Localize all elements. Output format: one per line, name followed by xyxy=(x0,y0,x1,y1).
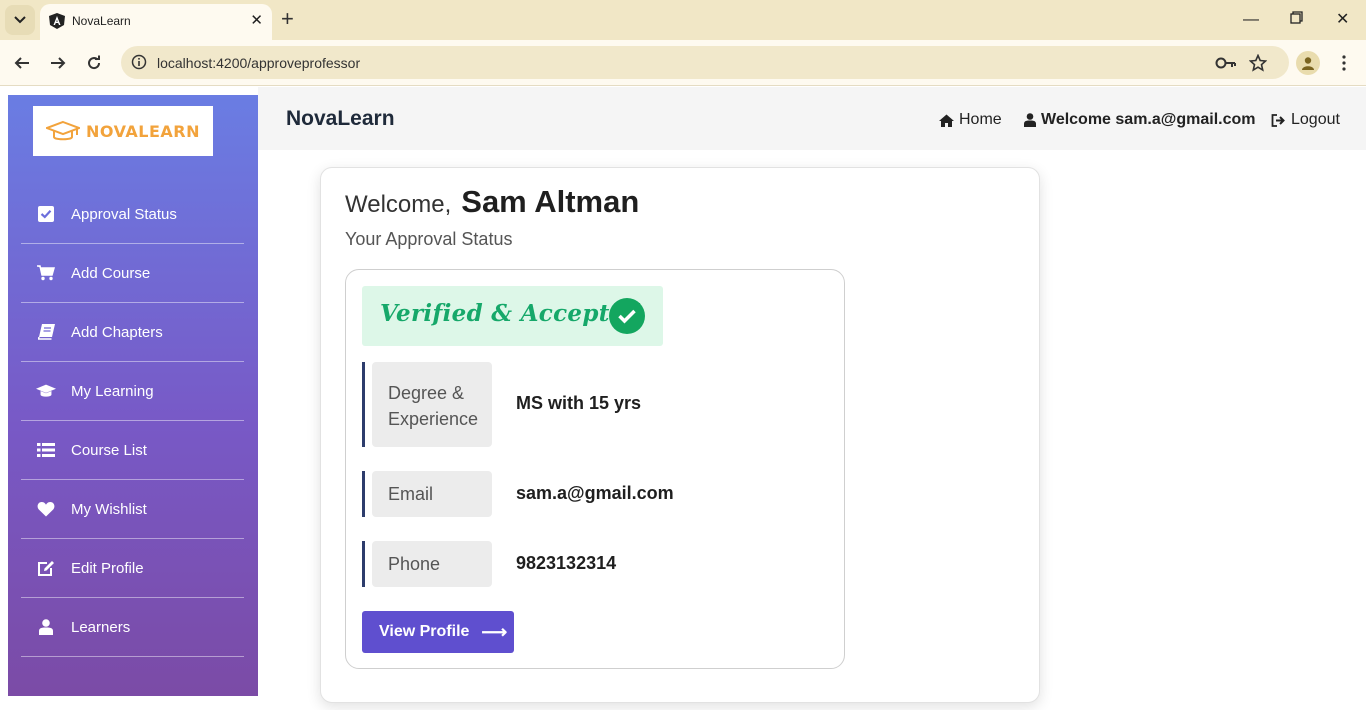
email-value: sam.a@gmail.com xyxy=(516,483,674,503)
sidebar-item-my-learning[interactable]: My Learning xyxy=(21,362,244,421)
browser-tab-bar: NovaLearn ✕ + — ✕ xyxy=(0,0,1366,40)
sidebar-item-label: My Learning xyxy=(71,383,154,400)
sidebar-item-label: Learners xyxy=(71,619,131,636)
view-profile-label: View Profile xyxy=(379,623,470,640)
degree-experience-label: Degree & Experience xyxy=(372,362,492,447)
browser-tab[interactable]: NovaLearn ✕ xyxy=(40,4,272,40)
phone-value: 9823132314 xyxy=(516,553,617,573)
user-icon xyxy=(1024,113,1036,127)
approval-subtitle: Your Approval Status xyxy=(345,229,513,249)
sidebar-item-label: Add Course xyxy=(71,265,151,282)
tab-search-button[interactable] xyxy=(5,5,35,35)
home-icon xyxy=(939,114,954,127)
edit-icon xyxy=(36,559,56,577)
arrow-right-icon: ⟶ xyxy=(481,621,508,642)
logo-text: NOVALEARN xyxy=(86,121,200,141)
email-row: Email sam.a@gmail.com xyxy=(362,471,822,517)
sidebar-item-label: Approval Status xyxy=(71,206,177,223)
sidebar-item-learners[interactable]: Learners xyxy=(21,598,244,657)
tab-close-icon[interactable]: ✕ xyxy=(250,12,263,30)
heart-icon xyxy=(36,500,56,518)
chevron-down-icon xyxy=(14,16,26,24)
password-key-icon[interactable] xyxy=(1215,56,1237,70)
bookmark-star-icon[interactable] xyxy=(1249,54,1267,72)
welcome-user-label: Welcome sam.a@gmail.com xyxy=(1041,111,1256,128)
sidebar-item-label: Course List xyxy=(71,442,147,459)
approval-details-panel: Verified & Accepted Degree & Experience … xyxy=(345,269,845,669)
minimize-icon[interactable]: — xyxy=(1243,10,1259,30)
phone-row: Phone 9823132314 xyxy=(362,541,822,587)
logout-link[interactable]: Logout xyxy=(1271,111,1340,129)
welcome-greeting: Welcome, xyxy=(345,191,452,218)
check-square-icon xyxy=(36,205,56,223)
brand-title[interactable]: NovaLearn xyxy=(286,107,395,131)
email-label: Email xyxy=(372,471,492,517)
status-badge-text: Verified & Accepted xyxy=(380,300,641,327)
new-tab-icon[interactable]: + xyxy=(281,7,294,31)
sidebar-item-course-list[interactable]: Course List xyxy=(21,421,244,480)
browser-toolbar: localhost:4200/approveprofessor xyxy=(0,40,1366,86)
degree-experience-value: MS with 15 yrs xyxy=(516,393,642,413)
graduation-cap-logo-icon xyxy=(46,120,81,141)
sidebar: NOVALEARN Approval Status Add Course Add… xyxy=(8,95,258,696)
logout-label: Logout xyxy=(1291,111,1340,128)
tab-title: NovaLearn xyxy=(72,14,131,28)
status-badge: Verified & Accepted xyxy=(362,286,663,346)
home-link-label: Home xyxy=(959,111,1002,128)
user-icon xyxy=(36,618,56,636)
sidebar-item-approval-status[interactable]: Approval Status xyxy=(21,185,244,244)
degree-experience-row: Degree & Experience MS with 15 yrs xyxy=(362,362,822,447)
sidebar-item-my-wishlist[interactable]: My Wishlist xyxy=(21,480,244,539)
close-window-icon[interactable]: ✕ xyxy=(1336,10,1349,30)
profile-avatar-icon[interactable] xyxy=(1296,51,1320,75)
sidebar-item-label: My Wishlist xyxy=(71,501,147,518)
top-navbar: NovaLearn Home Welcome sam.a@gmail.com L… xyxy=(258,87,1366,150)
sidebar-item-label: Add Chapters xyxy=(71,324,163,341)
sidebar-item-label: Edit Profile xyxy=(71,560,144,577)
graduation-cap-icon xyxy=(36,382,56,400)
list-icon xyxy=(36,441,56,459)
check-circle-icon xyxy=(609,298,645,334)
view-profile-button[interactable]: View Profile ⟶ xyxy=(362,611,514,653)
logo[interactable]: NOVALEARN xyxy=(33,106,213,156)
reload-icon[interactable] xyxy=(83,52,105,74)
site-info-icon[interactable] xyxy=(131,54,147,70)
welcome-heading: Welcome, Sam Altman xyxy=(345,184,639,220)
phone-label: Phone xyxy=(372,541,492,587)
degree-label-line2: Experience xyxy=(388,409,479,429)
user-full-name: Sam Altman xyxy=(461,184,640,219)
home-link[interactable]: Home xyxy=(939,111,1002,129)
book-icon xyxy=(36,323,56,341)
sidebar-item-edit-profile[interactable]: Edit Profile xyxy=(21,539,244,598)
forward-icon[interactable] xyxy=(47,52,69,74)
sidebar-item-add-chapters[interactable]: Add Chapters xyxy=(21,303,244,362)
url-text: localhost:4200/approveprofessor xyxy=(157,55,361,71)
sidebar-item-add-course[interactable]: Add Course xyxy=(21,244,244,303)
back-icon[interactable] xyxy=(11,52,33,74)
restore-icon[interactable] xyxy=(1290,10,1303,30)
approval-card: Welcome, Sam Altman Your Approval Status… xyxy=(320,167,1040,703)
cart-icon xyxy=(36,264,56,282)
browser-menu-icon[interactable] xyxy=(1333,52,1355,74)
address-bar[interactable]: localhost:4200/approveprofessor xyxy=(121,46,1289,79)
welcome-user-link[interactable]: Welcome sam.a@gmail.com xyxy=(1024,111,1256,129)
sign-out-icon xyxy=(1271,113,1285,127)
angular-icon xyxy=(49,13,65,29)
